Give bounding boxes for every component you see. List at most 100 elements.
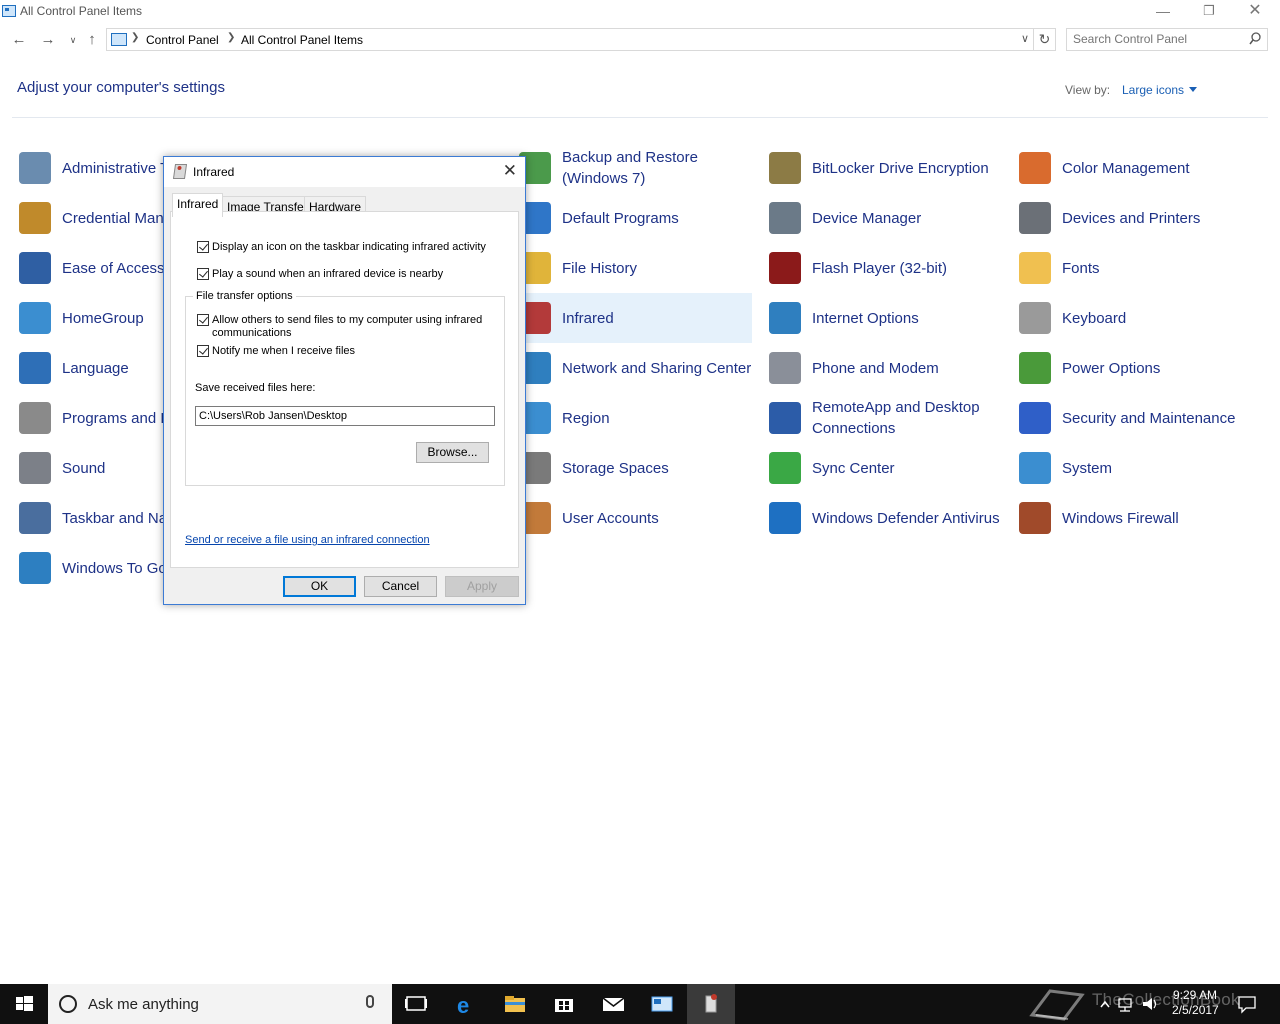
address-dropdown-icon[interactable]: ∨ <box>1021 32 1029 45</box>
restore-button[interactable]: ❐ <box>1186 0 1232 24</box>
cp-item-device-manager[interactable]: Device Manager <box>762 193 1002 243</box>
cp-item-security-maintenance[interactable]: Security and Maintenance <box>1012 393 1252 443</box>
cp-item-power-options[interactable]: Power Options <box>1012 343 1252 393</box>
cp-item-storage-spaces[interactable]: Storage Spaces <box>512 443 752 493</box>
cancel-button[interactable]: Cancel <box>364 576 437 597</box>
address-bar[interactable]: ❯ Control Panel ❯ All Control Panel Item… <box>106 28 1056 51</box>
cp-item-color-management[interactable]: Color Management <box>1012 143 1252 193</box>
phone-modem-icon <box>769 352 801 384</box>
cp-item-region[interactable]: Region <box>512 393 752 443</box>
cp-item-label: Storage Spaces <box>562 459 669 477</box>
taskbar-navigation-icon <box>19 502 51 534</box>
windows-start-icon[interactable] <box>0 984 48 1024</box>
play-sound-checkbox[interactable] <box>197 268 209 280</box>
cp-item-infrared[interactable]: Infrared <box>512 293 752 343</box>
breadcrumb-control-panel[interactable]: Control Panel <box>146 33 219 47</box>
mail-icon[interactable] <box>589 984 637 1024</box>
devices-printers-icon <box>1019 202 1051 234</box>
cp-item-default-programs[interactable]: Default Programs <box>512 193 752 243</box>
microphone-icon[interactable] <box>366 995 374 1008</box>
refresh-icon[interactable]: ↻ <box>1033 29 1055 50</box>
infrared-icon <box>172 164 188 179</box>
cp-item-label: Backup and Restore (Windows 7) <box>562 149 698 187</box>
cp-item-fonts[interactable]: Fonts <box>1012 243 1252 293</box>
notify-label[interactable]: Notify me when I receive files <box>212 345 492 358</box>
search-icon[interactable] <box>1249 32 1261 46</box>
device-manager-icon <box>769 202 801 234</box>
display-icon-label[interactable]: Display an icon on the taskbar indicatin… <box>212 241 502 254</box>
cp-item-file-history[interactable]: File History <box>512 243 752 293</box>
apply-button: Apply <box>445 576 519 597</box>
breadcrumb-separator-icon[interactable]: ❯ <box>131 32 139 43</box>
page-title: Adjust your computer's settings <box>17 79 225 96</box>
search-box[interactable] <box>1066 28 1268 51</box>
cp-item-backup-restore[interactable]: Backup and Restore (Windows 7) <box>512 143 752 193</box>
allow-others-label[interactable]: Allow others to send files to my compute… <box>212 314 492 340</box>
dialog-close-icon[interactable]: ✕ <box>503 161 517 181</box>
cp-item-windows-defender[interactable]: Windows Defender Antivirus <box>762 493 1002 543</box>
minimize-button[interactable]: — <box>1140 0 1186 24</box>
back-button[interactable]: ← <box>8 29 30 51</box>
file-explorer-icon[interactable] <box>491 984 539 1024</box>
tab-infrared[interactable]: Infrared <box>172 193 224 217</box>
control-panel-taskbar-icon[interactable] <box>638 984 686 1024</box>
svg-text:e: e <box>457 993 469 1018</box>
up-button[interactable]: ↑ <box>81 29 103 51</box>
fonts-icon <box>1019 252 1051 284</box>
taskbar: Ask me anything e 9:29 AM 2/5/2017 <box>0 984 1280 1024</box>
cp-item-devices-printers[interactable]: Devices and Printers <box>1012 193 1252 243</box>
edge-browser-icon[interactable]: e <box>443 984 491 1024</box>
close-button[interactable]: ✕ <box>1232 0 1278 24</box>
caret-down-icon[interactable] <box>1189 87 1198 92</box>
cp-item-label: File History <box>562 259 638 277</box>
keyboard-icon <box>1019 302 1051 334</box>
browse-button[interactable]: Browse... <box>416 442 489 463</box>
control-panel-app-icon <box>2 5 16 17</box>
cp-item-phone-modem[interactable]: Phone and Modem <box>762 343 1002 393</box>
save-location-input[interactable] <box>195 406 495 426</box>
cortana-icon[interactable] <box>59 995 77 1013</box>
cp-item-sync-center[interactable]: Sync Center <box>762 443 1002 493</box>
cp-item-system[interactable]: System <box>1012 443 1252 493</box>
window-title: All Control Panel Items <box>20 4 143 18</box>
infrared-dialog: Infrared ✕ Infrared Image Transfer Hardw… <box>163 156 526 605</box>
forward-button[interactable]: → <box>37 29 59 51</box>
cp-item-user-accounts[interactable]: User Accounts <box>512 493 752 543</box>
cp-item-windows-firewall[interactable]: Windows Firewall <box>1012 493 1252 543</box>
send-receive-file-link[interactable]: Send or receive a file using an infrared… <box>185 534 430 546</box>
breadcrumb-all-items[interactable]: All Control Panel Items <box>241 33 363 47</box>
play-sound-label[interactable]: Play a sound when an infrared device is … <box>212 268 502 281</box>
sync-center-icon <box>769 452 801 484</box>
cortana-placeholder[interactable]: Ask me anything <box>88 996 199 1013</box>
cp-item-network-sharing[interactable]: Network and Sharing Center <box>512 343 752 393</box>
breadcrumb-separator-icon[interactable]: ❯ <box>227 32 235 43</box>
watermark-text: TheCollectionBook <box>1092 990 1240 1009</box>
flash-player-icon <box>769 252 801 284</box>
store-icon[interactable] <box>540 984 588 1024</box>
task-view-icon[interactable] <box>392 984 440 1024</box>
windows-to-go-icon <box>19 552 51 584</box>
allow-others-checkbox[interactable] <box>197 314 209 326</box>
file-transfer-group-label: File transfer options <box>193 290 296 302</box>
language-icon <box>19 352 51 384</box>
cp-item-internet-options[interactable]: Internet Options <box>762 293 1002 343</box>
cp-item-remoteapp[interactable]: RemoteApp and Desktop Connections <box>762 393 1002 443</box>
cp-item-bitlocker[interactable]: BitLocker Drive Encryption <box>762 143 1002 193</box>
title-bar: All Control Panel Items — ❐ ✕ <box>0 0 1280 24</box>
administrative-tools-icon <box>19 152 51 184</box>
display-icon-checkbox[interactable] <box>197 241 209 253</box>
notify-checkbox[interactable] <box>197 345 209 357</box>
view-by-dropdown[interactable]: Large icons <box>1122 83 1198 97</box>
cp-item-label: Infrared <box>562 309 614 327</box>
view-by-value[interactable]: Large icons <box>1122 83 1184 97</box>
ok-button[interactable]: OK <box>283 576 356 597</box>
windows-firewall-icon <box>1019 502 1051 534</box>
sound-icon <box>19 452 51 484</box>
cp-item-flash-player[interactable]: Flash Player (32-bit) <box>762 243 1002 293</box>
view-by-label: View by: <box>1065 83 1111 97</box>
save-location-label: Save received files here: <box>195 382 316 394</box>
search-input[interactable] <box>1073 32 1243 46</box>
infrared-taskbar-icon[interactable] <box>687 984 735 1024</box>
cp-item-keyboard[interactable]: Keyboard <box>1012 293 1252 343</box>
cortana-search-box[interactable]: Ask me anything <box>48 984 392 1024</box>
